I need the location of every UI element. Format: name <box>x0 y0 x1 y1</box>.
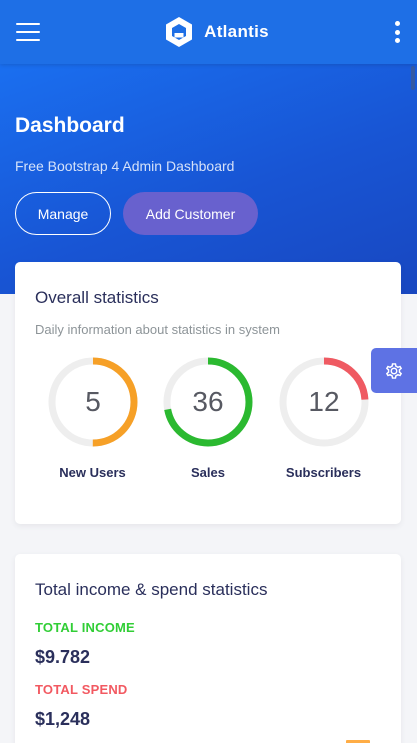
card-title: Total income & spend statistics <box>35 580 268 599</box>
stat-sales: 36 Sales <box>151 355 266 480</box>
progress-ring: 36 <box>163 357 253 447</box>
settings-toggle-button[interactable] <box>371 348 417 393</box>
page-title: Dashboard <box>15 114 125 137</box>
progress-ring: 5 <box>48 357 137 447</box>
total-spend-value: $1,248 <box>35 709 91 729</box>
progress-ring: 12 <box>279 357 368 447</box>
total-income-value: $9.782 <box>35 647 91 667</box>
manage-button[interactable]: Manage <box>15 192 111 235</box>
stat-value: 36 <box>192 386 223 417</box>
income-spend-card: Total income & spend statistics TOTAL IN… <box>15 554 401 743</box>
dashboard-page: Atlantis Dashboard Free Bootstrap 4 Admi… <box>0 0 417 743</box>
stat-value: 5 <box>85 386 101 417</box>
add-customer-button[interactable]: Add Customer <box>123 192 258 235</box>
card-title: Overall statistics <box>35 288 159 307</box>
stat-subscribers: 12 Subscribers <box>266 355 381 480</box>
brand[interactable]: Atlantis <box>164 16 269 48</box>
stat-label: New Users <box>59 465 126 480</box>
atlantis-logo-icon <box>166 17 193 47</box>
scrollbar[interactable] <box>409 64 417 743</box>
card-subtitle: Daily information about statistics in sy… <box>35 322 280 337</box>
stat-circles: 5 New Users 36 Sales 12 Subscribers <box>35 355 381 480</box>
stat-new-users: 5 New Users <box>35 355 150 480</box>
stat-label: Subscribers <box>285 465 362 480</box>
page-header: Dashboard Free Bootstrap 4 Admin Dashboa… <box>0 64 417 294</box>
page-subtitle: Free Bootstrap 4 Admin Dashboard <box>15 158 235 174</box>
stat-value: 12 <box>308 386 339 417</box>
more-vertical-icon[interactable] <box>393 21 401 43</box>
top-navbar: Atlantis <box>0 0 417 64</box>
header-actions: Manage Add Customer <box>15 192 402 235</box>
total-income-label: TOTAL INCOME <box>35 620 135 635</box>
brand-name: Atlantis <box>204 22 269 41</box>
gear-icon <box>385 362 403 379</box>
hamburger-menu-icon[interactable] <box>16 23 40 41</box>
total-spend-label: TOTAL SPEND <box>35 682 128 697</box>
scrollbar-thumb[interactable] <box>411 66 415 90</box>
overall-statistics-card: Overall statistics Daily information abo… <box>15 262 401 524</box>
stat-label: Sales <box>191 465 225 480</box>
